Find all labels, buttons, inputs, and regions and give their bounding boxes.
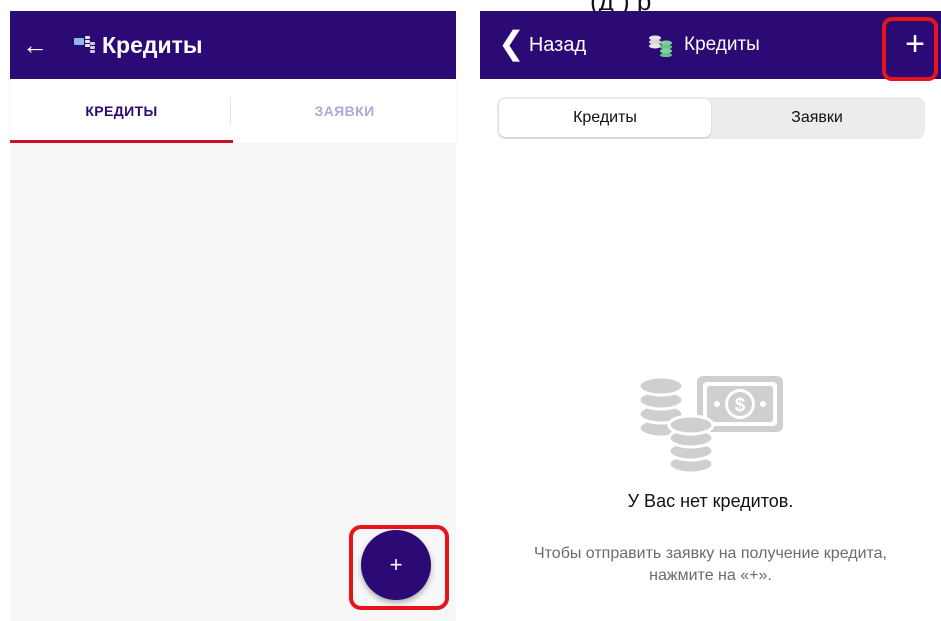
empty-state-hint: Чтобы отправить заявку на получение кред… (500, 543, 921, 587)
segment-applications[interactable]: Заявки (711, 99, 923, 137)
android-app-bar: ← Кредиты (10, 11, 456, 79)
svg-text:$: $ (735, 395, 746, 416)
hint-line-2: нажмите на «+». (649, 567, 772, 584)
back-arrow-icon[interactable]: ← (10, 11, 60, 79)
money-coins-icon (649, 35, 672, 57)
hint-line-1: Чтобы отправить заявку на получение кред… (533, 545, 887, 562)
chevron-left-icon: ❮ (498, 25, 525, 61)
plus-highlight-frame (882, 17, 938, 81)
android-tab-bar: КРЕДИТЫ ЗАЯВКИ (10, 79, 456, 143)
ios-nav-bar: ❮ Назад Кредиты + (480, 11, 941, 79)
money-coins-icon (74, 36, 95, 53)
ios-screen: ❮ Назад Кредиты + Кредиты Заявки $ У Вас… (480, 11, 941, 621)
tab-credits[interactable]: КРЕДИТЫ (10, 79, 233, 143)
back-button[interactable]: ❮ Назад (498, 11, 586, 79)
tab-applications[interactable]: ЗАЯВКИ (233, 79, 456, 143)
page-title: Кредиты (684, 34, 760, 55)
page-title: Кредиты (102, 31, 203, 58)
add-credit-fab-button[interactable]: + (361, 530, 431, 600)
tab-divider (230, 97, 231, 125)
empty-state-title: У Вас нет кредитов. (627, 491, 794, 511)
ios-title-group: Кредиты (648, 11, 760, 79)
plus-icon: + (389, 552, 403, 577)
money-coins-icon: $ (637, 375, 783, 475)
segmented-control: Кредиты Заявки (497, 97, 925, 139)
android-title-group: Кредиты (74, 32, 203, 59)
back-button-label: Назад (528, 33, 587, 56)
segment-credits[interactable]: Кредиты (499, 99, 711, 137)
